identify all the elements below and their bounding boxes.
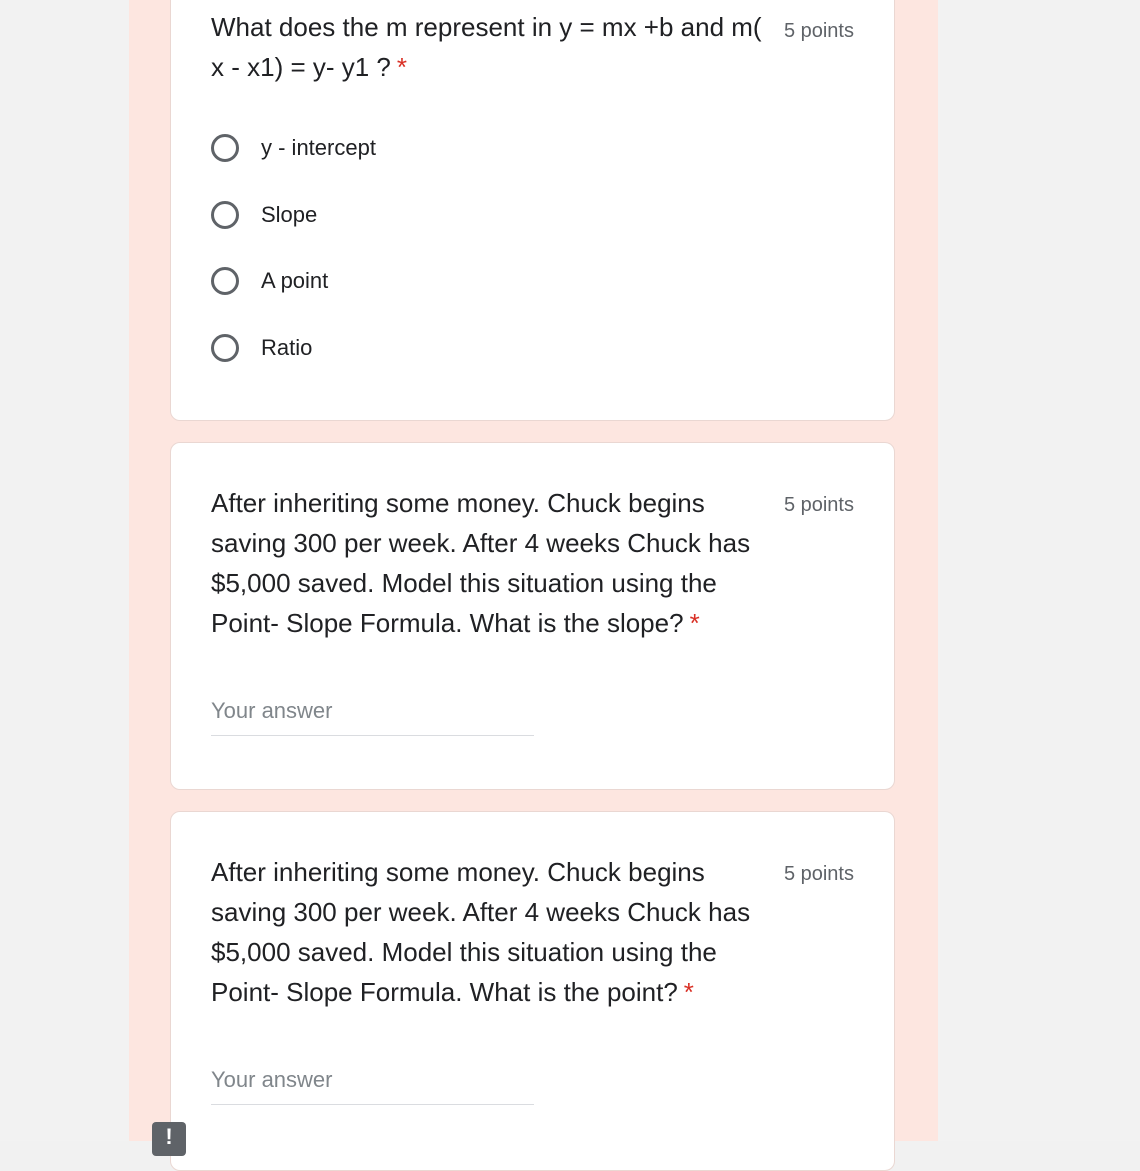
answer-input[interactable] (211, 1067, 534, 1093)
option-a-point[interactable]: A point (211, 264, 328, 298)
points-label: 5 points (783, 20, 854, 42)
option-y-intercept[interactable]: y - intercept (211, 131, 376, 165)
question-card-1: What does the m represent in y = mx +b a… (170, 0, 895, 421)
required-asterisk: * (689, 608, 700, 638)
required-asterisk: * (396, 52, 408, 82)
option-label: Ratio (261, 335, 313, 360)
option-ratio[interactable]: Ratio (211, 331, 312, 365)
option-label: A point (261, 268, 329, 293)
report-problem-button[interactable]: ! (152, 1122, 186, 1156)
answer-input[interactable] (211, 698, 534, 724)
option-label: y - intercept (261, 135, 376, 160)
radio-button[interactable] (211, 267, 239, 295)
radio-button[interactable] (211, 201, 239, 229)
exclamation-icon: ! (165, 1124, 173, 1149)
option-slope[interactable]: Slope (211, 198, 317, 232)
radio-button[interactable] (211, 134, 239, 162)
question-text: What does the m represent in y = mx +b a… (211, 12, 762, 82)
question-title: After inheriting some money. Chuck begin… (211, 483, 781, 643)
answer-field[interactable] (211, 1063, 534, 1105)
option-label: Slope (261, 202, 318, 227)
question-title: After inheriting some money. Chuck begin… (211, 852, 781, 1012)
question-text: After inheriting some money. Chuck begin… (211, 488, 751, 638)
question-card-2: After inheriting some money. Chuck begin… (170, 442, 895, 790)
question-text: After inheriting some money. Chuck begin… (211, 857, 751, 1007)
question-title: What does the m represent in y = mx +b a… (211, 7, 781, 87)
points-label: 5 points (783, 863, 854, 885)
answer-field[interactable] (211, 694, 534, 736)
required-asterisk: * (683, 977, 694, 1007)
question-card-3: After inheriting some money. Chuck begin… (170, 811, 895, 1171)
points-label: 5 points (783, 494, 854, 516)
radio-button[interactable] (211, 334, 239, 362)
